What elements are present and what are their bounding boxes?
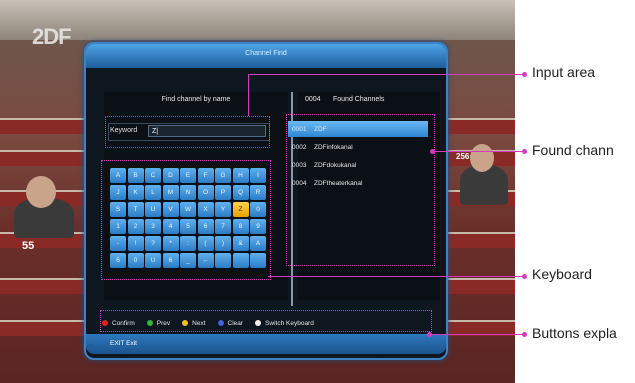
seat-number: 256 — [456, 152, 470, 161]
input-area-dot — [522, 72, 527, 77]
input-area-marker — [105, 116, 270, 148]
keyboard-label: Keyboard — [532, 266, 592, 282]
keyboard-line — [268, 276, 525, 277]
found-count: 0004 — [305, 96, 321, 103]
dialog-titlebar: Channel Find — [86, 44, 446, 68]
exit-bar: EXIT Exit — [86, 334, 446, 354]
found-channels-dot — [522, 149, 527, 154]
keyboard-marker — [101, 160, 271, 280]
left-panel-header: Find channel by name — [161, 96, 231, 103]
dialog-title: Channel Find — [245, 50, 287, 57]
exit-text[interactable]: EXIT Exit — [110, 340, 137, 347]
buttons-marker — [100, 310, 432, 332]
channel-logo: 2DF — [32, 24, 72, 49]
input-area-line — [248, 74, 525, 75]
buttons-dot — [522, 332, 527, 337]
found-channels-line — [433, 151, 525, 152]
person-face — [470, 144, 494, 172]
seat-number: 55 — [22, 240, 35, 252]
found-channels-marker — [286, 114, 435, 266]
found-channels-dot-left — [430, 149, 435, 154]
buttons-label: Buttons expla — [532, 325, 617, 341]
ceiling — [0, 0, 515, 40]
buttons-line — [430, 334, 525, 335]
keyboard-dot — [522, 274, 527, 279]
person-face — [26, 176, 56, 208]
found-channels-label: Found chann — [532, 142, 614, 158]
input-area-label: Input area — [532, 64, 596, 80]
found-header: Found Channels — [333, 96, 385, 103]
input-area-line-v — [248, 74, 249, 116]
buttons-dot-left — [427, 332, 432, 337]
